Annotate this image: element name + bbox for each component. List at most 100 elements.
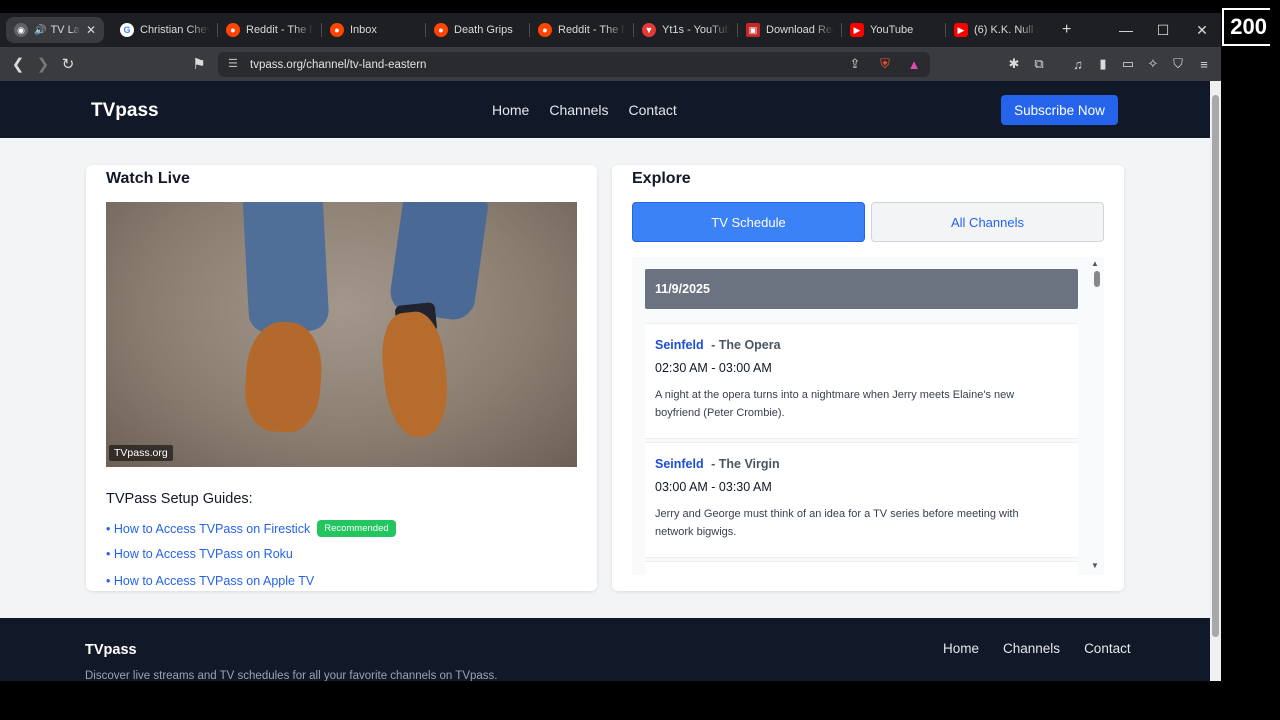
- maximize-icon[interactable]: ☐: [1145, 13, 1181, 47]
- browser-tab-strip: ◉ 🔊 TV Lan ✕ G Christian Chev ● Reddit -…: [0, 13, 1221, 47]
- browser-tab-active[interactable]: ◉ 🔊 TV Lan ✕: [6, 17, 104, 43]
- browser-tab[interactable]: ▼ Yt1s - YouTub: [634, 17, 738, 43]
- nav-contact-link[interactable]: Contact: [629, 102, 677, 118]
- nav-channels-link[interactable]: Channels: [549, 102, 608, 118]
- guide-label: • How to Access TVPass on Firestick: [106, 521, 311, 536]
- tab-title: Reddit - The h: [558, 24, 626, 36]
- program-description: Jerry and George must think of an idea f…: [655, 508, 1019, 538]
- footer-contact-link[interactable]: Contact: [1084, 641, 1131, 656]
- download-page-icon: ▣: [746, 23, 760, 37]
- globe-icon: ◉: [14, 23, 28, 37]
- guide-firestick-link[interactable]: • How to Access TVPass on Firestick Reco…: [106, 520, 396, 537]
- scroll-down-arrow-icon[interactable]: ▼: [1091, 561, 1099, 570]
- video-player[interactable]: TVpass.org: [106, 202, 577, 467]
- browser-tab[interactable]: ● Death Grips: [426, 17, 530, 43]
- scroll-up-arrow-icon[interactable]: ▲: [1091, 259, 1099, 268]
- subscribe-button[interactable]: Subscribe Now: [1001, 95, 1118, 125]
- guide-appletv-link[interactable]: • How to Access TVPass on Apple TV: [106, 574, 314, 588]
- page-scrollbar[interactable]: [1210, 81, 1221, 681]
- program-title: Seinfeld - The Opera: [655, 338, 781, 352]
- tab-title: Download Rec: [766, 24, 834, 36]
- reload-icon[interactable]: ↻: [55, 47, 81, 81]
- guide-label: • How to Access TVPass on Apple TV: [106, 574, 315, 588]
- tab-title: TV Lan: [50, 24, 80, 36]
- browser-tab[interactable]: ▣ Download Rec: [738, 17, 842, 43]
- tab-all-channels[interactable]: All Channels: [871, 202, 1104, 242]
- schedule-date: 11/9/2025: [645, 269, 1078, 309]
- reddit-icon: ●: [226, 23, 240, 37]
- minimize-icon[interactable]: —: [1108, 13, 1144, 47]
- close-tab-icon[interactable]: ✕: [86, 23, 96, 37]
- site-header: TVpass Home Channels Contact Subscribe N…: [0, 81, 1210, 138]
- browser-tab[interactable]: ▶ YouTube: [842, 17, 946, 43]
- watch-live-heading: Watch Live: [106, 170, 190, 187]
- program-description: A night at the opera turns into a nightm…: [655, 389, 1015, 419]
- footer-channels-link[interactable]: Channels: [1003, 641, 1060, 656]
- extensions-icon[interactable]: ✱: [1006, 56, 1022, 72]
- menu-icon[interactable]: ≡: [1196, 56, 1212, 72]
- program-show[interactable]: Seinfeld: [655, 457, 704, 471]
- browser-tab[interactable]: ● Inbox: [322, 17, 426, 43]
- program-item[interactable]: [645, 561, 1078, 575]
- guide-label: • How to Access TVPass on Roku: [106, 547, 293, 561]
- reddit-icon: ●: [538, 23, 552, 37]
- bookmark-icon[interactable]: ⚑: [186, 47, 212, 81]
- footer-description: Discover live streams and TV schedules f…: [85, 670, 498, 681]
- tab-title: Reddit - The h: [246, 24, 314, 36]
- forward-icon[interactable]: ❯: [30, 47, 56, 81]
- tab-search-icon[interactable]: ⧉: [1031, 56, 1047, 72]
- browser-tab[interactable]: ● Reddit - The h: [218, 17, 322, 43]
- sidebar-icon[interactable]: ▮: [1095, 56, 1111, 72]
- tab-title: Inbox: [350, 24, 377, 36]
- program-item[interactable]: Seinfeld - The Opera 02:30 AM - 03:00 AM…: [645, 323, 1078, 439]
- site-logo[interactable]: TVpass: [91, 100, 159, 122]
- close-window-icon[interactable]: ✕: [1184, 13, 1220, 47]
- browser-tab[interactable]: ● Reddit - The h: [530, 17, 634, 43]
- leo-ai-icon[interactable]: ✧: [1145, 56, 1161, 72]
- site-settings-icon[interactable]: ☰: [228, 57, 238, 70]
- program-time: 03:00 AM - 03:30 AM: [655, 480, 772, 494]
- media-icon[interactable]: ♫: [1070, 56, 1086, 72]
- guide-roku-link[interactable]: • How to Access TVPass on Roku: [106, 547, 293, 561]
- video-frame: [106, 202, 577, 467]
- reddit-icon: ●: [330, 23, 344, 37]
- setup-guides-title: TVPass Setup Guides:: [106, 491, 253, 507]
- reddit-icon: ●: [434, 23, 448, 37]
- page-scroll-thumb[interactable]: [1212, 95, 1219, 637]
- tab-title: YouTube: [870, 24, 914, 36]
- download-shield-icon: ▼: [642, 23, 656, 37]
- footer-logo[interactable]: TVpass: [85, 642, 137, 658]
- watch-live-card: Watch Live TVpass.org TVPass Setup Guide…: [86, 165, 597, 591]
- tab-title: (6) K.K. Null /: [974, 24, 1040, 36]
- footer-nav: Home Channels Contact: [943, 641, 1131, 656]
- program-title: Seinfeld - The Virgin: [655, 457, 780, 471]
- schedule-scroll-thumb[interactable]: [1094, 271, 1100, 287]
- explore-heading: Explore: [632, 170, 691, 187]
- program-time: 02:30 AM - 03:00 AM: [655, 361, 772, 375]
- video-watermark: TVpass.org: [109, 445, 173, 461]
- youtube-icon: ▶: [954, 23, 968, 37]
- top-nav: Home Channels Contact: [492, 102, 677, 118]
- site-footer: TVpass Discover live streams and TV sche…: [0, 618, 1210, 681]
- browser-tab[interactable]: G Christian Chev: [112, 17, 218, 43]
- nav-home-link[interactable]: Home: [492, 102, 529, 118]
- schedule-list[interactable]: 11/9/2025 Seinfeld - The Opera 02:30 AM …: [632, 257, 1104, 575]
- brave-shields-icon[interactable]: ⛨: [877, 56, 893, 72]
- wallet-icon[interactable]: ▭: [1120, 56, 1136, 72]
- footer-home-link[interactable]: Home: [943, 641, 979, 656]
- back-icon[interactable]: ❮: [5, 47, 31, 81]
- vpn-icon[interactable]: ⛉: [1170, 56, 1186, 72]
- share-icon[interactable]: ⇪: [847, 56, 863, 72]
- browser-tab[interactable]: ▶ (6) K.K. Null /: [946, 17, 1050, 43]
- program-item[interactable]: Seinfeld - The Virgin 03:00 AM - 03:30 A…: [645, 442, 1078, 558]
- web-page: TVpass Home Channels Contact Subscribe N…: [0, 81, 1210, 681]
- tab-tv-schedule[interactable]: TV Schedule: [632, 202, 865, 242]
- new-tab-button[interactable]: +: [1054, 17, 1079, 43]
- zoom-overlay: 200: [1222, 8, 1270, 46]
- url-field[interactable]: ☰ tvpass.org/channel/tv-land-eastern: [218, 52, 930, 77]
- brave-rewards-icon[interactable]: ▲: [906, 56, 922, 72]
- tab-title: Yt1s - YouTub: [662, 24, 730, 36]
- audio-icon[interactable]: 🔊: [34, 25, 46, 36]
- tab-title: Death Grips: [454, 24, 513, 36]
- program-show[interactable]: Seinfeld: [655, 338, 704, 352]
